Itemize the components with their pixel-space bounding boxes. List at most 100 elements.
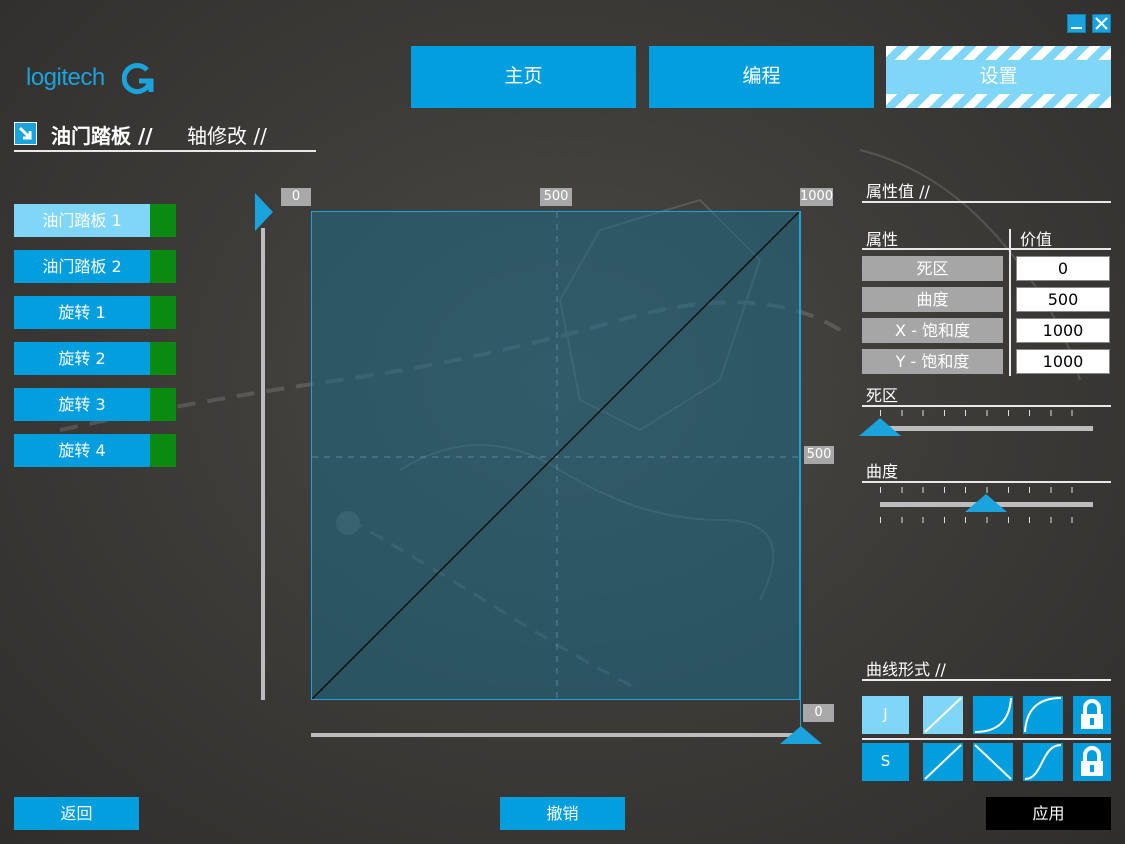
- properties-title-text: 属性值 //: [866, 182, 930, 201]
- s-curve-button[interactable]: [1023, 743, 1063, 781]
- header-value: 价值: [1020, 230, 1053, 249]
- tab-home[interactable]: 主页: [411, 46, 636, 108]
- graph-bottom-handle[interactable]: [780, 726, 822, 744]
- tab-programming[interactable]: 编程: [649, 46, 874, 108]
- concave-curve-button[interactable]: [973, 696, 1013, 734]
- property-x-saturation-input[interactable]: 1000: [1016, 318, 1110, 343]
- graph-tick-top-0: 0: [281, 188, 311, 206]
- lock-button-row1[interactable]: [1073, 696, 1111, 734]
- curvature-slider-title: 曲度: [862, 458, 1111, 483]
- deadzone-slider-ticks: [880, 410, 1093, 416]
- property-curvature-label: 曲度: [862, 287, 1003, 312]
- deadzone-slider-title: 死区: [862, 382, 1111, 407]
- axis-item-label: 油门踏板 1: [42, 211, 122, 230]
- axis-status-indicator: [150, 296, 176, 329]
- curvature-slider-ticks-top: [880, 487, 1093, 493]
- curve-style-row-divider: [862, 738, 1111, 740]
- curve-j-label: J: [883, 705, 888, 723]
- axis-item-rotate-1[interactable]: 旋转 1: [14, 296, 176, 329]
- tab-stripe-top: [886, 46, 1111, 60]
- apply-button[interactable]: 应用: [986, 797, 1111, 830]
- concave-curve-icon: [974, 697, 1012, 733]
- property-curvature-input[interactable]: 500: [1016, 287, 1110, 312]
- tab-programming-label: 编程: [742, 65, 781, 87]
- property-deadzone-label: 死区: [862, 256, 1003, 281]
- axis-item-label: 旋转 1: [58, 303, 106, 322]
- tab-settings[interactable]: 设置: [886, 46, 1111, 108]
- graph-top-handle[interactable]: [255, 193, 273, 231]
- tab-settings-label: 设置: [979, 65, 1018, 87]
- curve-s-button[interactable]: S: [862, 743, 909, 781]
- linear-curve-icon: [924, 697, 962, 733]
- property-y-saturation-label: Y - 饱和度: [862, 349, 1003, 374]
- page-subtitle-text: 轴修改 //: [187, 124, 267, 148]
- property-x-saturation-label: X - 饱和度: [862, 318, 1003, 343]
- axis-status-indicator: [150, 250, 176, 283]
- inverse-curve-button[interactable]: [973, 743, 1013, 781]
- axis-item-throttle-1[interactable]: 油门踏板 1: [14, 204, 176, 237]
- curve-s-label: S: [880, 752, 891, 770]
- graph-tick-top-1000: 1000: [800, 188, 834, 206]
- axis-status-indicator: [150, 342, 176, 375]
- axis-item-rotate-4[interactable]: 旋转 4: [14, 434, 176, 467]
- axis-status-indicator: [150, 204, 176, 237]
- axis-item-label: 旋转 4: [58, 441, 106, 460]
- properties-section-title: 属性值 //: [862, 178, 1111, 203]
- curvature-slider-ticks-bottom: [880, 517, 1093, 523]
- property-deadzone-input[interactable]: 0: [1016, 256, 1110, 281]
- axis-item-label: 油门踏板 2: [42, 257, 122, 276]
- graph-tick-top-500: 500: [540, 188, 572, 206]
- axis-item-throttle-2[interactable]: 油门踏板 2: [14, 250, 176, 283]
- logo-text: logitech: [26, 64, 105, 91]
- property-y-saturation-input[interactable]: 1000: [1016, 349, 1110, 374]
- header-property: 属性: [866, 230, 899, 249]
- deadzone-slider-thumb[interactable]: [859, 418, 901, 436]
- minimize-icon: [1071, 27, 1082, 29]
- curve-style-section-title: 曲线形式 //: [862, 656, 1111, 681]
- page-title-text: 油门踏板 //: [51, 124, 153, 148]
- properties-column-divider: [1009, 229, 1011, 376]
- tab-home-label: 主页: [504, 65, 543, 87]
- deadzone-slider-track[interactable]: [880, 426, 1093, 431]
- page-title: 油门踏板 // 轴修改 //: [14, 118, 316, 152]
- s-curve-icon: [1024, 744, 1062, 780]
- close-button[interactable]: [1092, 14, 1111, 33]
- logitech-logo: logitech: [26, 63, 154, 95]
- logitech-g-icon: [122, 63, 154, 95]
- axis-item-rotate-3[interactable]: 旋转 3: [14, 388, 176, 421]
- graph-left-rail: [261, 228, 265, 700]
- minimize-button[interactable]: [1067, 14, 1086, 33]
- response-curve-graph[interactable]: [311, 211, 800, 700]
- axis-status-indicator: [150, 388, 176, 421]
- lock-button-row2[interactable]: [1073, 743, 1111, 781]
- curve-j-button[interactable]: J: [862, 696, 909, 734]
- axis-status-indicator: [150, 434, 176, 467]
- axis-item-label: 旋转 3: [58, 395, 106, 414]
- properties-table-header: 属性 价值: [862, 226, 1111, 250]
- graph-bottom-rail: [311, 733, 801, 737]
- linear-curve-button-row2[interactable]: [923, 743, 963, 781]
- arrow-down-right-icon: [14, 122, 37, 145]
- graph-tick-right-500: 500: [804, 446, 834, 464]
- convex-curve-icon: [1024, 697, 1062, 733]
- back-button[interactable]: 返回: [14, 797, 139, 830]
- lock-icon: [1081, 699, 1103, 729]
- response-curve-line: [312, 212, 799, 699]
- axis-item-label: 旋转 2: [58, 349, 106, 368]
- curve-style-title-text: 曲线形式 //: [866, 660, 946, 679]
- axis-item-rotate-2[interactable]: 旋转 2: [14, 342, 176, 375]
- tab-stripe-bottom: [886, 94, 1111, 108]
- undo-button[interactable]: 撤销: [500, 797, 625, 830]
- curvature-slider-thumb[interactable]: [965, 494, 1007, 512]
- close-icon: [1095, 17, 1108, 30]
- curvature-slider-label: 曲度: [866, 462, 899, 481]
- lock-icon: [1081, 746, 1103, 776]
- linear-curve-button[interactable]: [923, 696, 963, 734]
- app-window: logitech 主页 编程 设置 油门踏板 // 轴修改 // 油门踏板 1 …: [0, 0, 1125, 844]
- graph-tick-right-0: 0: [803, 704, 834, 722]
- deadzone-slider-label: 死区: [866, 386, 899, 405]
- graph-right-rail: [800, 211, 801, 741]
- linear-curve-icon: [924, 744, 962, 780]
- convex-curve-button[interactable]: [1023, 696, 1063, 734]
- inverse-curve-icon: [974, 744, 1012, 780]
